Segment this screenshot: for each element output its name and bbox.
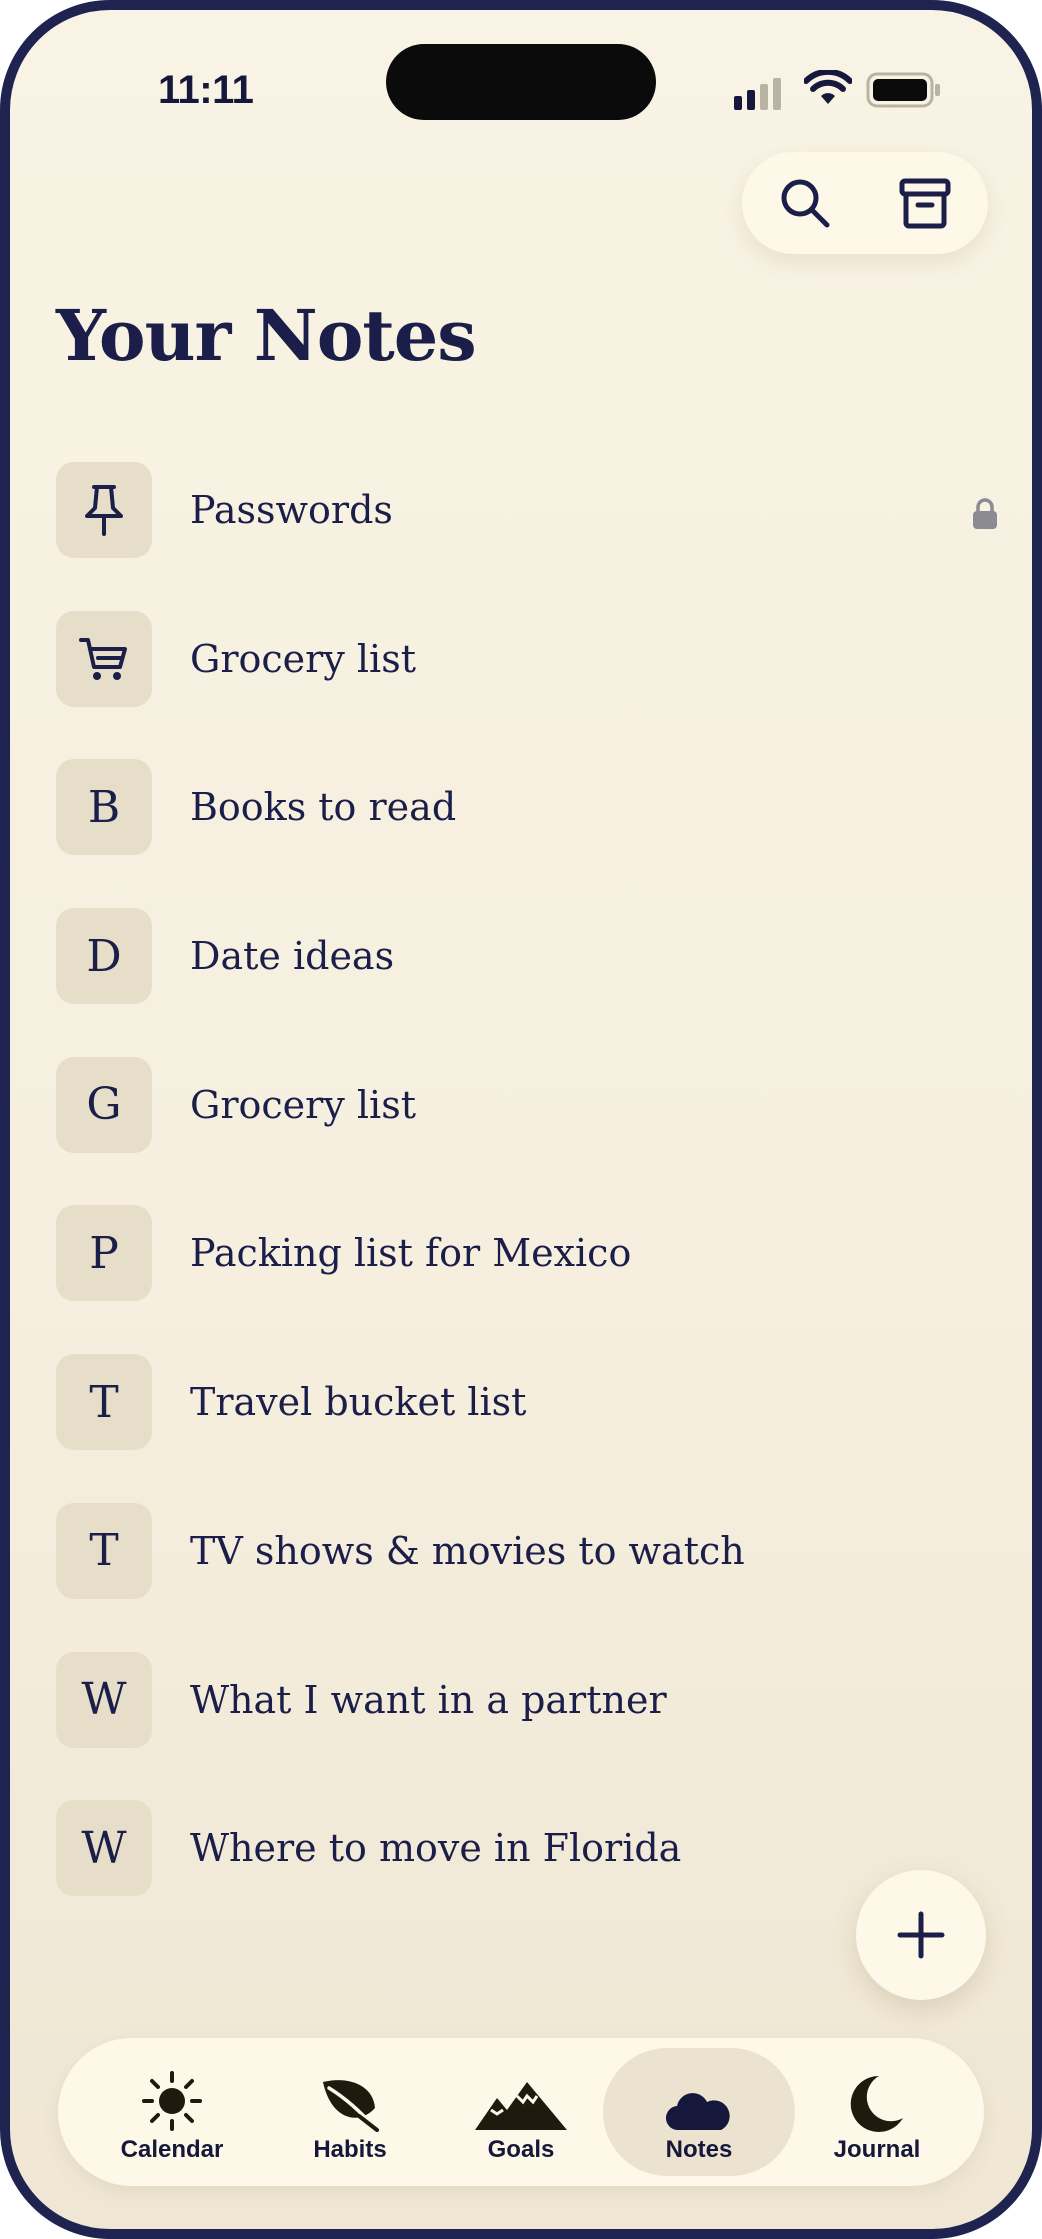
tab-goals[interactable]: Goals [425,2048,617,2176]
note-title: Passwords [190,488,393,532]
notes-list: Passwords Grocery list B Books to read D… [56,462,1006,1949]
note-title: Books to read [190,785,457,830]
moon-icon [850,2075,903,2132]
tab-label: Habits [313,2136,387,2163]
note-title: Grocery list [190,636,416,681]
note-badge-letter: T [56,1502,152,1599]
note-item-books-to-read[interactable]: B Books to read [56,759,1006,908]
add-note-button[interactable] [856,1870,986,2000]
search-icon [781,179,830,228]
note-title: What I want in a partner [190,1677,667,1722]
note-badge-letter: G [56,1056,152,1153]
note-title: Grocery list [190,1082,416,1127]
top-toolbar [742,152,988,254]
note-badge-letter: B [56,759,152,856]
cloud-icon [665,2093,730,2131]
leaf-icon [323,2080,379,2132]
wifi-icon [804,70,852,104]
note-badge [56,610,152,707]
phone-frame: 11:11 Your Notes Passwords Grocery list … [0,0,1042,2239]
dynamic-island [386,44,656,120]
mountain-icon [475,2082,567,2130]
note-title: Packing list for Mexico [190,1231,632,1276]
sun-icon [142,2071,202,2131]
note-item-tv-shows[interactable]: T TV shows & movies to watch [56,1502,1006,1652]
tab-calendar[interactable]: Calendar [76,2048,268,2176]
tab-habits[interactable]: Habits [254,2048,446,2176]
archive-button[interactable] [892,170,958,236]
lock-icon [973,498,997,529]
tab-bar: Calendar Habits Goals Notes Journal [58,2038,984,2186]
tab-label: Journal [833,2136,921,2163]
note-title: Date ideas [190,934,395,979]
note-badge-letter: W [56,1651,152,1748]
page-title: Your Notes [56,294,477,377]
tab-notes[interactable]: Notes [603,2048,795,2176]
status-time: 11:11 [158,68,254,112]
note-item-grocery-list[interactable]: Grocery list [56,610,1006,760]
note-item-grocery-list-2[interactable]: G Grocery list [56,1056,1006,1206]
note-item-passwords[interactable]: Passwords [56,462,1006,611]
note-item-travel-bucket-list[interactable]: T Travel bucket list [56,1354,1006,1503]
archive-icon [899,178,951,229]
battery-icon [866,72,940,108]
note-title: Where to move in Florida [190,1826,682,1871]
note-badge-letter: T [56,1354,152,1451]
note-badge-letter: W [56,1800,152,1897]
note-badge-letter: P [56,1205,152,1302]
cart-icon [79,637,127,680]
note-title: TV shows & movies to watch [190,1528,745,1573]
note-item-packing-list[interactable]: P Packing list for Mexico [56,1205,1006,1354]
note-item-partner[interactable]: W What I want in a partner [56,1651,1006,1801]
tab-label: Calendar [120,2136,224,2163]
tab-label: Goals [487,2136,555,2163]
note-badge [56,462,152,558]
note-badge-letter: D [56,908,152,1005]
signal-icon [734,78,781,110]
plus-icon [897,1911,945,1959]
tab-journal[interactable]: Journal [781,2048,973,2176]
tab-label: Notes [665,2136,733,2163]
note-item-date-ideas[interactable]: D Date ideas [56,908,1006,1057]
pin-icon [85,485,123,536]
search-button[interactable] [772,170,838,236]
note-title: Travel bucket list [190,1380,527,1425]
